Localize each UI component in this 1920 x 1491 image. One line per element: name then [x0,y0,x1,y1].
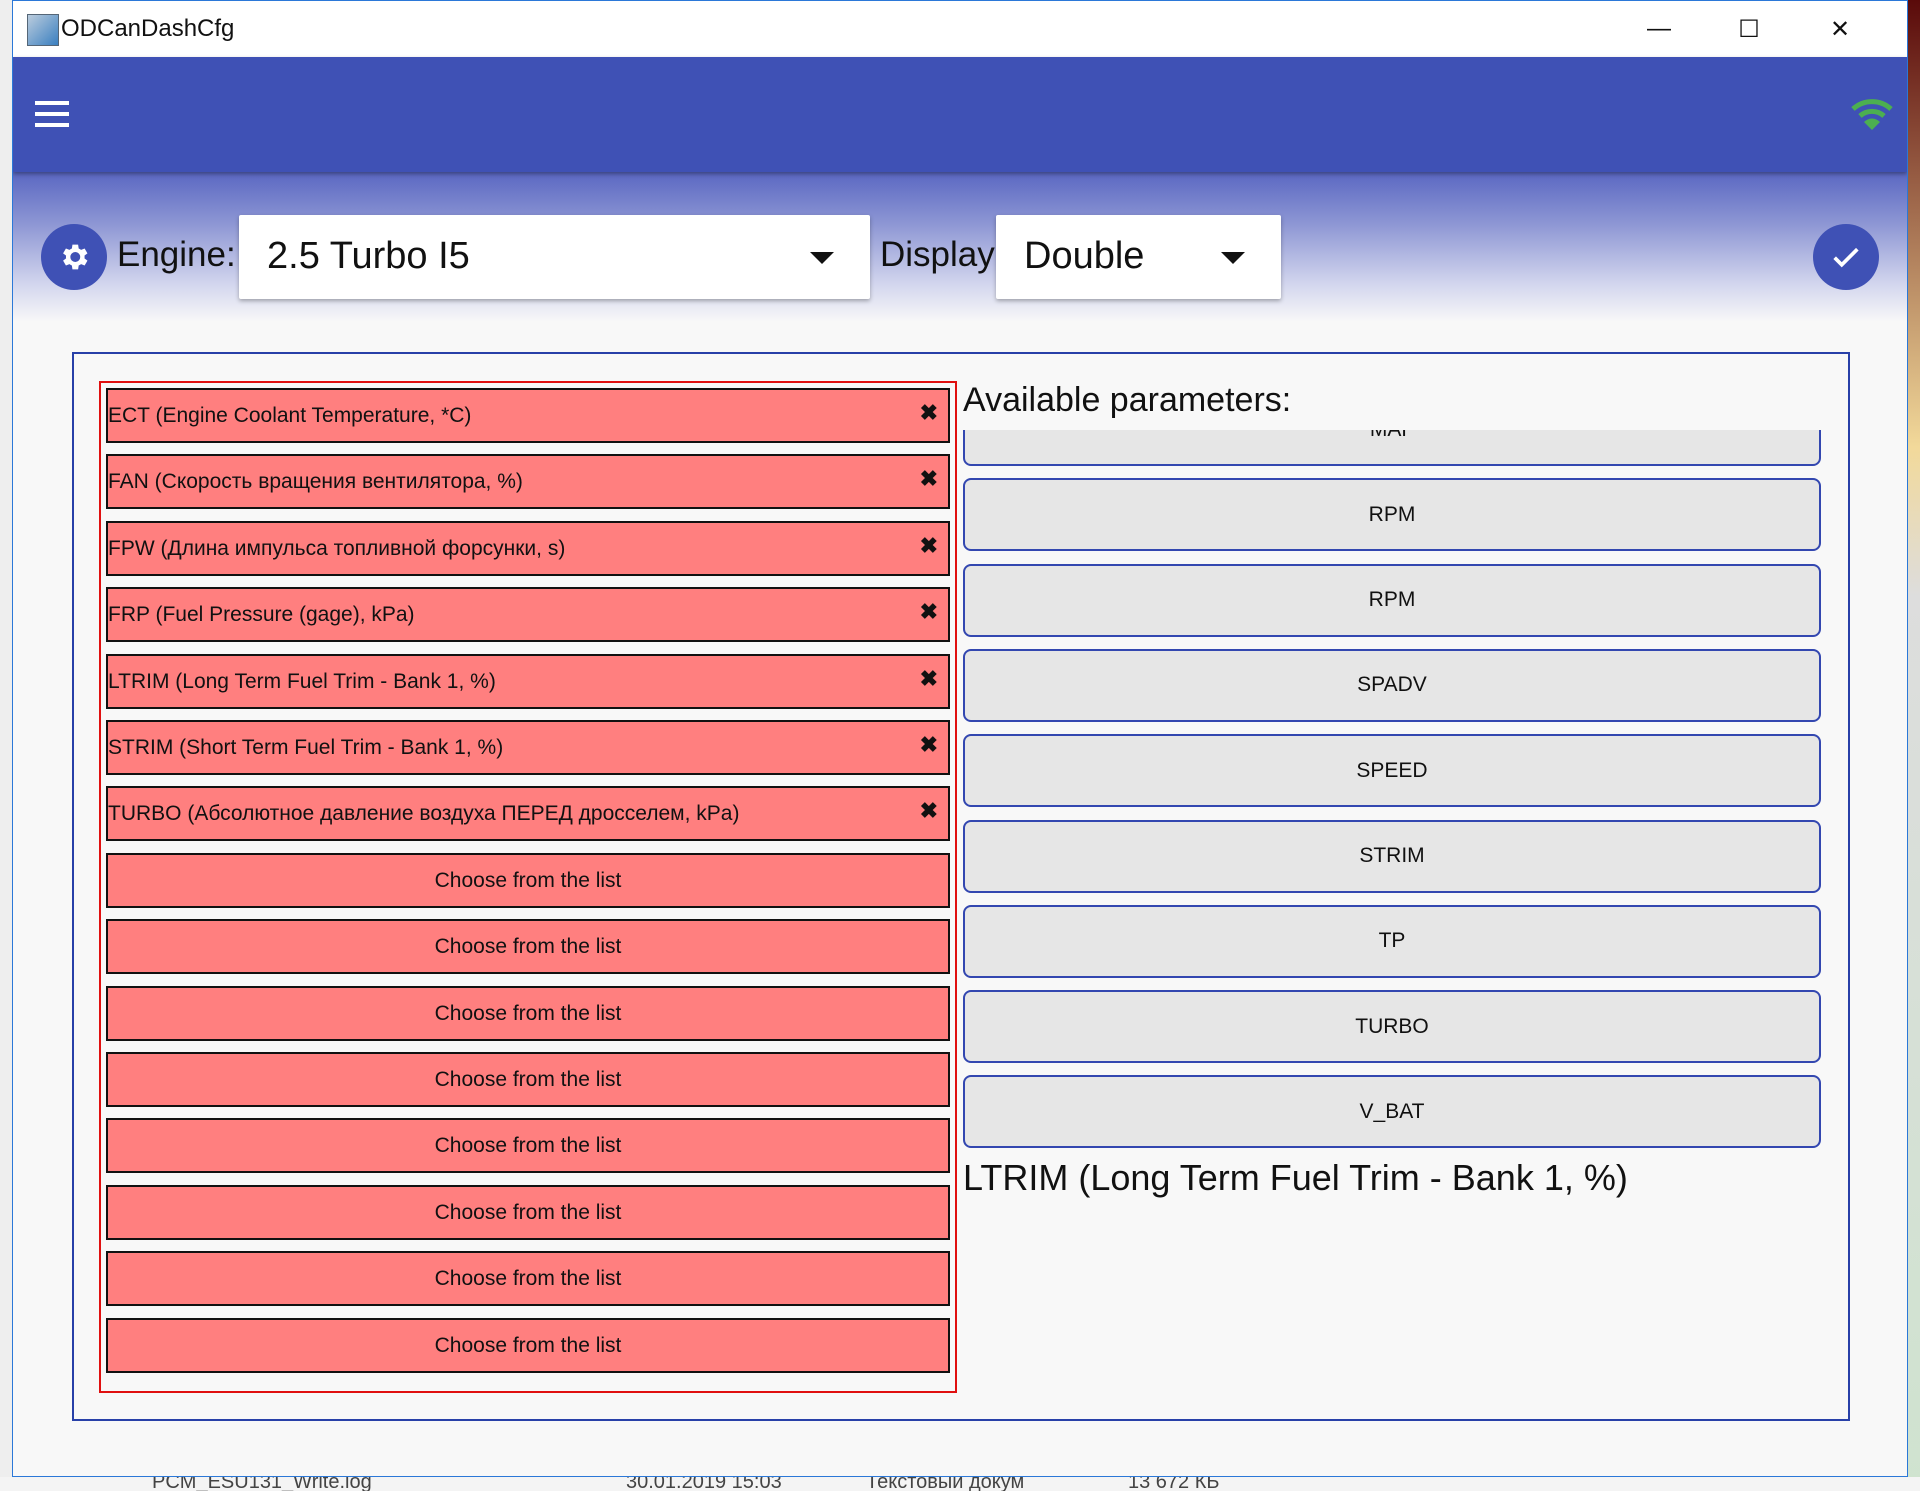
maximize-icon: ☐ [1738,15,1760,43]
selected-parameter-row[interactable]: FPW (Длина импульса топливной форсунки, … [106,520,950,576]
empty-slot-button[interactable]: Choose from the list [106,1052,950,1107]
available-parameter-button[interactable]: RPM [963,563,1821,637]
available-parameters-list[interactable]: MAF RPM RPM SPADV SPEED STRIM TP TURBO V_BAT [963,430,1823,1148]
confirm-button[interactable] [1813,224,1879,290]
selected-parameter-row[interactable]: FAN (Скорость вращения вентилятора, %) ✖ [106,454,950,510]
remove-icon[interactable]: ✖ [920,732,938,758]
background-desktop [1908,0,1920,1491]
available-parameter-button[interactable]: TP [963,904,1821,978]
chevron-down-icon [1221,252,1245,264]
chevron-down-icon [810,252,834,264]
background-window [0,0,12,1491]
settings-button[interactable] [41,224,107,290]
remove-icon[interactable]: ✖ [920,798,938,824]
bg-file-date: 30.01.2019 15:03 [626,1477,782,1491]
row-label: ECT (Engine Coolant Temperature, *C) [108,404,472,427]
row-label: Choose from the list [434,1001,622,1025]
empty-slot-button[interactable]: Choose from the list [106,985,950,1041]
empty-slot-button[interactable]: Choose from the list [106,1317,950,1373]
row-label: FRP (Fuel Pressure (gage), kPa) [108,603,415,627]
app-window: ODCanDashCfg — ☐ ✕ Engine: 2.5 Turbo I5 … [12,0,1908,1477]
bg-file-size: 13 672 КБ [1128,1477,1220,1491]
check-icon [1833,247,1859,268]
hamburger-icon[interactable] [35,101,69,127]
gear-icon [63,244,88,270]
selected-parameter-row[interactable]: FRP (Fuel Pressure (gage), kPa) ✖ [106,587,950,643]
display-label: Display [880,235,995,274]
available-parameter-button[interactable]: SPADV [963,648,1821,722]
parameter-description: LTRIM (Long Term Fuel Trim - Bank 1, %) [963,1157,1628,1198]
empty-slot-button[interactable]: Choose from the list [106,1251,950,1307]
row-label: TURBO (Абсолютное давление воздуха ПЕРЕД… [108,802,740,826]
remove-icon[interactable]: ✖ [920,599,938,625]
minimize-icon: — [1647,15,1671,42]
selected-parameter-row[interactable]: ECT (Engine Coolant Temperature, *C) ✖ [106,388,950,443]
selected-parameter-row[interactable]: LTRIM (Long Term Fuel Trim - Bank 1, %) ✖ [106,653,950,709]
wifi-icon [1851,99,1893,130]
available-title: Available parameters: [963,381,1292,419]
close-icon: ✕ [1829,15,1851,43]
bg-file-name: PCM_ESU131_Write.log [152,1477,372,1491]
row-label: Choose from the list [434,935,622,959]
close-button[interactable]: ✕ [1810,9,1870,49]
remove-icon[interactable]: ✖ [920,533,938,559]
window-title: ODCanDashCfg [61,15,235,42]
available-parameter-button[interactable]: SPEED [963,734,1821,808]
remove-icon[interactable]: ✖ [920,666,938,692]
selected-parameter-row[interactable]: TURBO (Абсолютное давление воздуха ПЕРЕД… [106,786,950,842]
display-dropdown[interactable]: Double [996,215,1281,299]
row-label: LTRIM (Long Term Fuel Trim - Bank 1, %) [108,669,496,693]
row-label: FAN (Скорость вращения вентилятора, %) [108,470,523,494]
background-file-row: PCM_ESU131_Write.log 30.01.2019 15:03 Те… [0,1477,1920,1491]
empty-slot-button[interactable]: Choose from the list [106,852,950,908]
empty-slot-button[interactable]: Choose from the list [106,1184,950,1240]
empty-slot-button[interactable]: Choose from the list [106,919,950,975]
row-label: STRIM (Short Term Fuel Trim - Bank 1, %) [108,736,504,759]
row-label: Choose from the list [434,1333,622,1357]
minimize-button[interactable]: — [1629,9,1689,49]
row-label: FPW (Длина импульса топливной форсунки, … [108,536,566,560]
remove-icon[interactable]: ✖ [920,466,938,492]
row-label: Choose from the list [434,1068,622,1091]
app-icon [27,14,59,46]
empty-slot-button[interactable]: Choose from the list [106,1118,950,1174]
row-label: Choose from the list [434,1200,622,1224]
display-value: Double [1024,235,1145,277]
row-label: Choose from the list [434,1267,622,1291]
maximize-button[interactable]: ☐ [1719,9,1779,49]
available-parameter-button[interactable]: STRIM [963,819,1821,893]
selected-parameter-row[interactable]: STRIM (Short Term Fuel Trim - Bank 1, %)… [106,720,950,775]
available-parameter-button[interactable]: TURBO [963,990,1821,1064]
row-label: Choose from the list [434,868,622,892]
app-bar [13,57,1907,172]
available-parameter-button[interactable]: RPM [963,478,1821,552]
title-bar[interactable]: ODCanDashCfg — ☐ ✕ [13,1,1907,57]
bg-file-type: Текстовый докум [866,1477,1025,1491]
engine-dropdown[interactable]: 2.5 Turbo I5 [239,215,870,299]
engine-label: Engine: [117,235,236,274]
row-label: Choose from the list [434,1134,622,1158]
remove-icon[interactable]: ✖ [920,400,938,426]
available-parameter-button[interactable]: MAF [963,430,1821,466]
available-parameter-button[interactable]: V_BAT [963,1075,1821,1148]
engine-value: 2.5 Turbo I5 [267,235,470,277]
